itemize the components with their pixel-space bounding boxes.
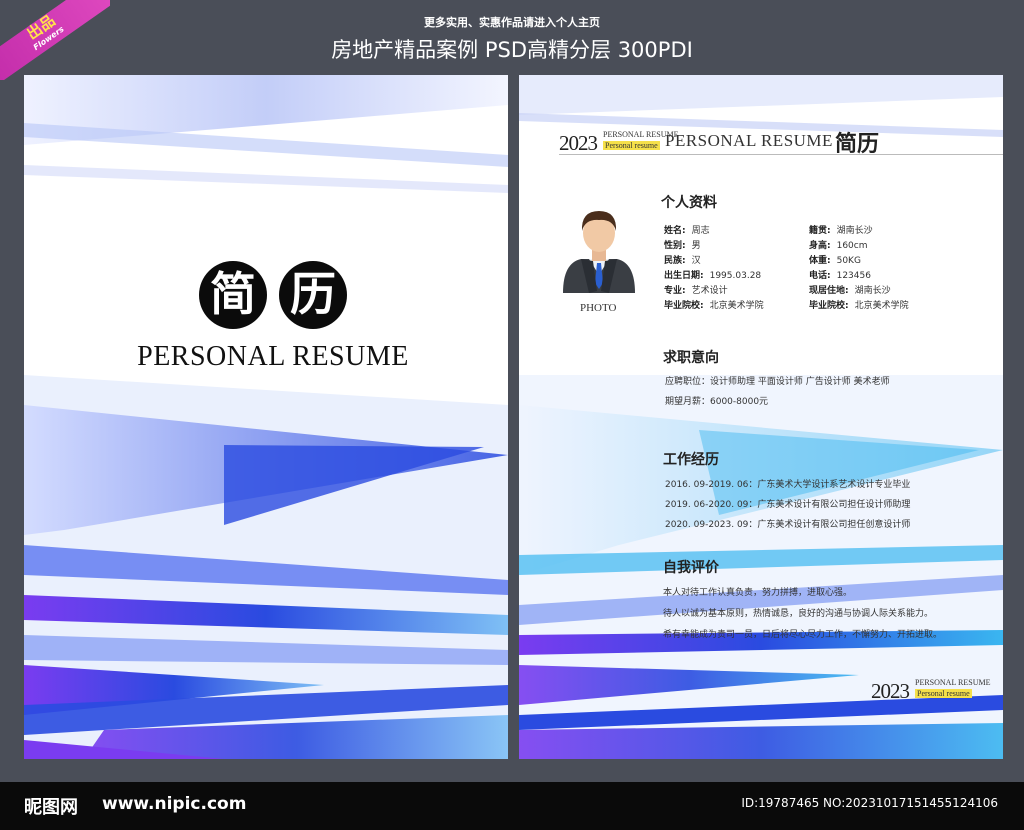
profile-value: 湖南长沙 [836, 226, 873, 236]
profile-label: 毕业院校: [664, 301, 704, 311]
self-item: 希有幸能成为贵司一员，日后将尽心尽力工作，不懈努力、开拓进取。 [663, 630, 943, 640]
work-heading: 工作经历 [663, 452, 719, 468]
cover-background-art [24, 75, 508, 759]
profile-label: 姓名: [664, 226, 686, 236]
site-logo[interactable]: 昵图网 [24, 793, 78, 819]
profile-row: 籍贯: 湖南长沙 [809, 223, 873, 236]
resume-tag-line2: Personal resume [603, 141, 660, 150]
profile-value: 北京美术学院 [854, 301, 909, 311]
resume-page: 2023 PERSONAL RESUME Personal resume PER… [519, 75, 1003, 759]
header-divider [559, 154, 1003, 155]
self-item: 待人以诚为基本原则，热情诚恳，良好的沟通与协调人际关系能力。 [663, 609, 934, 619]
profile-value: 50KG [836, 256, 861, 266]
profile-heading: 个人资料 [661, 195, 717, 211]
avatar-icon [563, 211, 635, 293]
profile-row: 专业: 艺术设计 [664, 283, 728, 296]
work-item: 2020. 09-2023. 09：广东美术设计有限公司担任创意设计师 [665, 520, 911, 530]
profile-value: 160cm [836, 241, 868, 251]
header-subtitle[interactable]: 更多实用、实惠作品请进入个人主页 [0, 14, 1024, 30]
profile-label: 毕业院校: [809, 301, 849, 311]
resume-background-art [519, 75, 1003, 759]
resume-year: 2023 [559, 131, 598, 155]
profile-row: 毕业院校: 北京美术学院 [664, 298, 764, 311]
resume-title: PERSONAL RESUME [665, 131, 833, 150]
site-url-link[interactable]: www.nipic.com [102, 794, 246, 814]
profile-row: 出生日期: 1995.03.28 [664, 268, 761, 281]
cover-title: 简 历 [199, 261, 347, 329]
image-id-text: ID:19787465 NO:20231017151455124106 [741, 796, 998, 810]
self-heading: 自我评价 [663, 560, 719, 576]
profile-label: 专业: [664, 286, 686, 296]
profile-value: 男 [691, 241, 701, 251]
work-item: 2019. 06-2020. 09：广东美术设计有限公司担任设计师助理 [665, 500, 911, 510]
footer-bar: 昵图网 www.nipic.com ID:19787465 NO:2023101… [0, 782, 1024, 830]
profile-label: 身高: [809, 241, 831, 251]
profile-row: 身高: 160cm [809, 238, 868, 251]
profile-label: 电话: [809, 271, 831, 281]
footer-year: 2023 [871, 679, 910, 703]
profile-row: 电话: 123456 [809, 268, 871, 281]
job-salary: 期望月薪：6000-8000元 [665, 397, 769, 407]
profile-row: 民族: 汉 [664, 253, 701, 266]
profile-row: 毕业院校: 北京美术学院 [809, 298, 909, 311]
cover-char-1: 简 [199, 261, 267, 329]
profile-value: 湖南长沙 [854, 286, 891, 296]
profile-row: 性别: 男 [664, 238, 701, 251]
job-positions: 应聘职位：设计师助理 平面设计师 广告设计师 美术老师 [665, 377, 890, 387]
header-title: 房地产精品案例 PSD高精分层 300PDI [331, 38, 693, 62]
cover-char-2: 历 [279, 261, 347, 329]
profile-value: 1995.03.28 [709, 271, 762, 281]
footer-tag-line2: Personal resume [915, 689, 972, 698]
self-item: 本人对待工作认真负责，努力拼搏，进取心强。 [663, 588, 853, 598]
profile-label: 性别: [664, 241, 686, 251]
footer-tag-line1: PERSONAL RESUME [915, 678, 991, 687]
photo-label: PHOTO [580, 302, 617, 314]
profile-row: 体重: 50KG [809, 253, 861, 266]
cover-page: 简 历 PERSONAL RESUME [24, 75, 508, 759]
profile-row: 现居住地: 湖南长沙 [809, 283, 891, 296]
profile-value: 汉 [691, 256, 701, 266]
profile-label: 体重: [809, 256, 831, 266]
profile-label: 出生日期: [664, 271, 704, 281]
profile-value: 周志 [691, 226, 710, 236]
cover-subtitle: PERSONAL RESUME [137, 341, 409, 372]
profile-label: 现居住地: [809, 286, 849, 296]
work-item: 2016. 09-2019. 06：广东美术大学设计系艺术设计专业毕业 [665, 480, 911, 490]
profile-label: 籍贯: [809, 226, 831, 236]
job-heading: 求职意向 [663, 350, 719, 366]
profile-value: 艺术设计 [691, 286, 728, 296]
profile-value: 北京美术学院 [709, 301, 764, 311]
profile-row: 姓名: 周志 [664, 223, 710, 236]
profile-value: 123456 [836, 271, 871, 281]
profile-label: 民族: [664, 256, 686, 266]
